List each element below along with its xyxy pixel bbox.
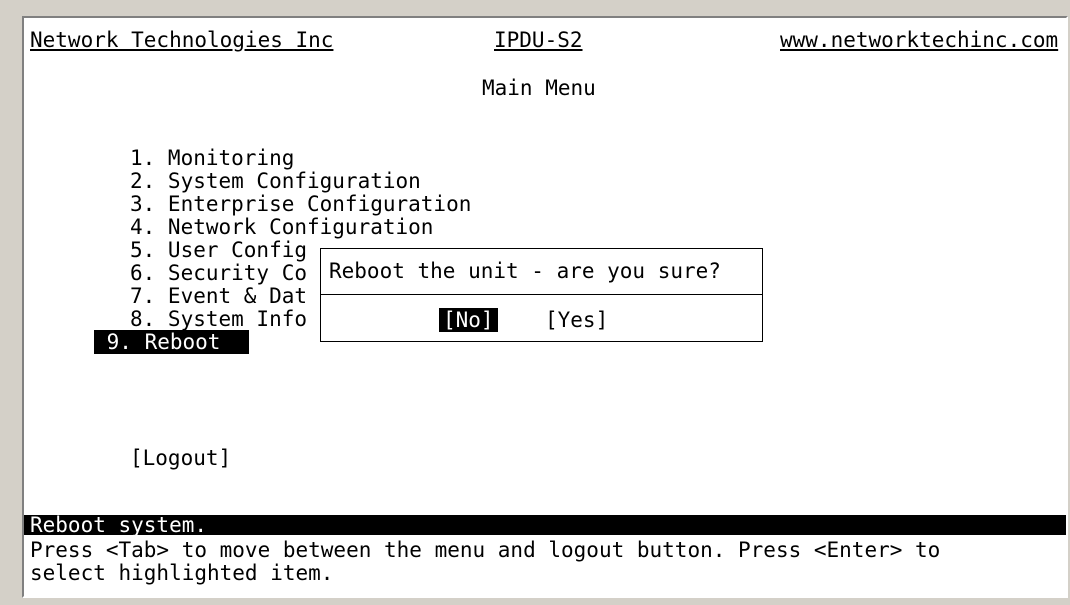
menu-item-system-info[interactable]: 8. System Info bbox=[130, 307, 307, 331]
menu-item-event-data[interactable]: 7. Event & Dat bbox=[130, 284, 307, 308]
dialog-divider bbox=[321, 294, 762, 295]
status-bar: Reboot system. bbox=[24, 515, 1066, 536]
page-title: Main Menu bbox=[482, 76, 596, 100]
help-text-line-1: Press <Tab> to move between the menu and… bbox=[30, 538, 941, 562]
terminal-window: Network Technologies Inc IPDU-S2 www.net… bbox=[0, 0, 1070, 605]
menu-item-system-configuration[interactable]: 2. System Configuration bbox=[130, 169, 421, 193]
terminal-screen: Network Technologies Inc IPDU-S2 www.net… bbox=[22, 16, 1068, 598]
logout-button[interactable]: [Logout] bbox=[130, 446, 231, 470]
reboot-confirm-dialog: Reboot the unit - are you sure? [No] [Ye… bbox=[320, 248, 763, 342]
menu-item-user-config[interactable]: 5. User Config bbox=[130, 238, 307, 262]
menu-item-network-configuration[interactable]: 4. Network Configuration bbox=[130, 215, 433, 239]
menu-item-reboot[interactable]: 9. Reboot bbox=[94, 330, 249, 354]
no-button[interactable]: [No] bbox=[439, 308, 498, 332]
menu-item-security-config[interactable]: 6. Security Co bbox=[130, 261, 307, 285]
menu-item-enterprise-configuration[interactable]: 3. Enterprise Configuration bbox=[130, 192, 471, 216]
model-name: IPDU-S2 bbox=[494, 28, 583, 52]
website-url: www.networktechinc.com bbox=[780, 28, 1059, 52]
yes-button[interactable]: [Yes] bbox=[541, 308, 612, 332]
dialog-question: Reboot the unit - are you sure? bbox=[329, 259, 721, 283]
help-text-line-2: select highlighted item. bbox=[30, 561, 334, 585]
company-name: Network Technologies Inc bbox=[30, 28, 334, 52]
menu-item-monitoring[interactable]: 1. Monitoring bbox=[130, 146, 294, 170]
